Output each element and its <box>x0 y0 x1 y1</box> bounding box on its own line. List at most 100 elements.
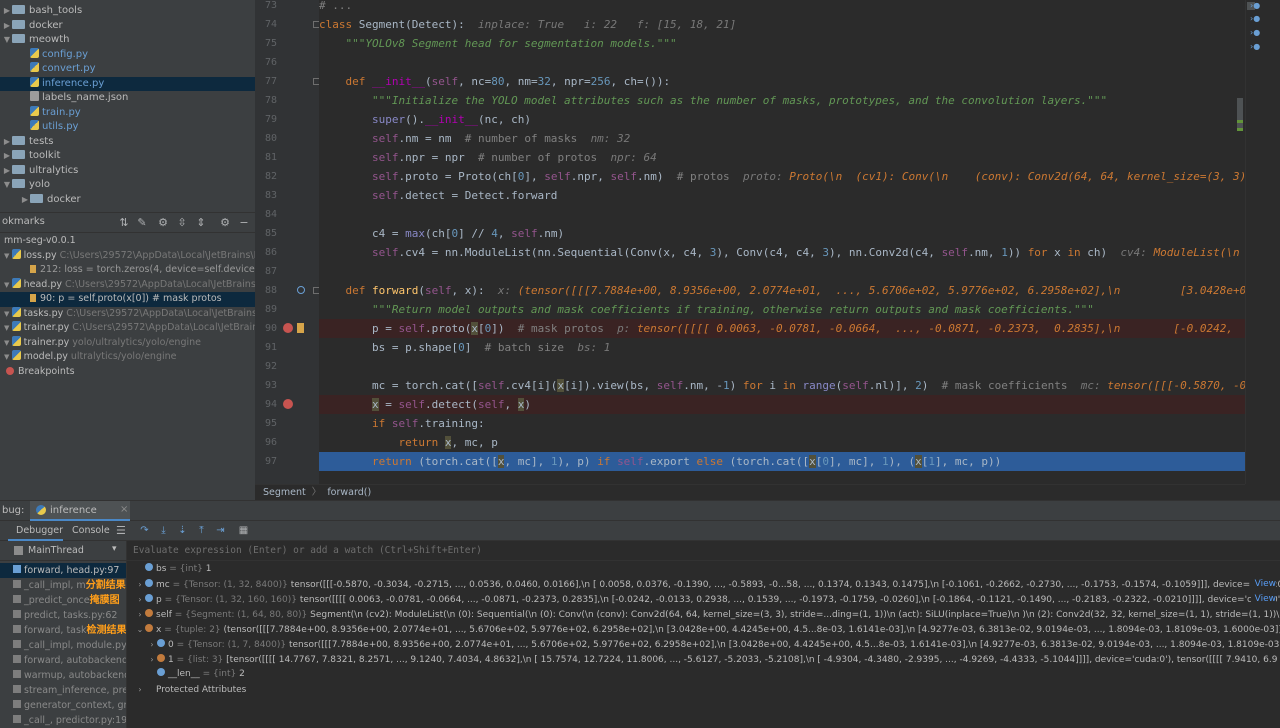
expand-icon[interactable]: ⌄ <box>135 622 145 637</box>
chevron-down-icon[interactable]: ▼ <box>4 324 12 332</box>
chevron-down-icon[interactable]: ▼ <box>4 339 12 347</box>
code-line[interactable]: def __init__(self, nc=80, nm=32, npr=256… <box>319 72 1245 91</box>
tab-debugger[interactable]: Debugger <box>8 521 63 541</box>
chevron-right-icon[interactable]: ▶ <box>2 4 12 19</box>
hide-icon[interactable]: − <box>238 217 250 229</box>
variable-row[interactable]: › mc = {Tensor: (1, 32, 8400)} tensor([[[… <box>127 577 1280 592</box>
code-line[interactable]: """Return model outputs and mask coeffic… <box>319 300 1245 319</box>
code-line[interactable]: x = self.detect(self, x) <box>319 395 1245 414</box>
tab-inference[interactable]: inference × <box>30 501 130 521</box>
line-number-gutter[interactable]: 73 74 75 76 77 78 79 80 81 82 83 84 85 86 87 88 89 90 91 92… <box>255 0 320 484</box>
code-line[interactable] <box>319 357 1245 376</box>
code-line[interactable]: p = self.proto(x[0]) # mask protos p: te… <box>319 319 1245 338</box>
chevron-right-icon[interactable]: ▶ <box>2 149 12 164</box>
stack-frame[interactable]: warmup, autobackend.p <box>0 668 126 683</box>
stack-frame[interactable]: stream_inference, predi <box>0 683 126 698</box>
bookmark-row[interactable]: mm-seg-v0.0.1 <box>0 234 255 249</box>
scroll-thumb[interactable] <box>1237 98 1243 128</box>
tab-console[interactable]: Console <box>72 525 110 536</box>
breadcrumb-class[interactable]: Segment <box>263 487 306 498</box>
code-line[interactable]: class Segment(Detect): inplace: True i: … <box>319 15 1245 34</box>
thread-selector[interactable]: MainThread ▾ <box>0 541 126 561</box>
step-over-icon[interactable]: ↷ <box>138 524 151 537</box>
stack-frame[interactable]: forward, head.py:97 <box>0 563 126 578</box>
step-out-icon[interactable]: ⤒ <box>195 524 208 537</box>
chevron-down-icon[interactable]: ▼ <box>4 281 12 289</box>
stack-frame[interactable]: _predict_once掩膜图 <box>0 593 126 608</box>
stack-frame[interactable]: predict, tasks.py:62 <box>0 608 126 623</box>
chevron-down-icon[interactable]: ▼ <box>2 33 12 48</box>
code-line[interactable]: return x, mc, p <box>319 433 1245 452</box>
tree-item[interactable]: train.py <box>0 105 255 121</box>
stack-frame[interactable]: _call_, predictor.py:19 <box>0 713 126 728</box>
code-line[interactable]: def forward(self, x): x: (tensor([[[7.78… <box>319 281 1246 300</box>
code-line[interactable]: self.detect = Detect.forward <box>319 186 1245 205</box>
code-line[interactable] <box>319 205 1245 224</box>
chevron-down-icon[interactable]: ▼ <box>4 353 12 361</box>
evaluate-icon[interactable]: ▦ <box>237 524 250 537</box>
expand-icon[interactable]: › <box>135 592 145 607</box>
chevron-right-icon[interactable]: ▶ <box>2 19 12 34</box>
code-line[interactable]: self.cv4 = nn.ModuleList(nn.Sequential(C… <box>319 243 1245 262</box>
code-line[interactable]: return (torch.cat([x, mc], 1), p) if sel… <box>319 452 1245 471</box>
tree-item[interactable]: ▶ docker <box>0 19 255 34</box>
code-line[interactable]: bs = p.shape[0] # batch size bs: 1 <box>319 338 1245 357</box>
tree-item[interactable]: ▶ bash_tools <box>0 4 255 19</box>
tree-item[interactable]: ▼ meowth <box>0 33 255 48</box>
variable-row[interactable]: › Protected Attributes <box>127 682 1280 697</box>
breakpoint-icon[interactable] <box>283 323 293 333</box>
code-line[interactable]: self.nm = nm # number of masks nm: 32 <box>319 129 1245 148</box>
close-icon[interactable]: × <box>120 504 128 515</box>
code-line[interactable]: mc = torch.cat([self.cv4[i](x[i]).view(b… <box>319 376 1245 395</box>
expand-icon[interactable]: › <box>147 637 157 652</box>
bookmark-row[interactable]: ▼ loss.py C:\Users\29572\AppData\Local\J… <box>0 248 255 264</box>
chevron-right-icon[interactable]: ›● <box>1250 14 1260 23</box>
bookmark-row[interactable]: ▼ model.py ultralytics/yolo/engine <box>0 350 255 365</box>
code-line[interactable]: """YOLOv8 Segment head for segmentation … <box>319 34 1245 53</box>
override-icon[interactable] <box>297 286 305 294</box>
sort-icon[interactable]: ⇅ <box>118 217 130 229</box>
code-line[interactable]: self.npr = npr # number of protos npr: 6… <box>319 148 1245 167</box>
code-line[interactable] <box>319 262 1245 281</box>
menu-icon[interactable]: ☰ <box>116 524 126 537</box>
variable-row[interactable]: ⌄ x = {tuple: 2} (tensor([[[7.7884e+00, 8… <box>127 622 1280 637</box>
tree-item[interactable]: ▼ yolo <box>0 178 255 193</box>
chevron-down-icon[interactable]: ▼ <box>4 310 12 318</box>
tree-item[interactable]: ▶ toolkit <box>0 149 255 164</box>
bookmark-row[interactable]: 90: p = self.proto(x[0]) # mask protos <box>0 292 255 307</box>
breakpoint-icon[interactable] <box>283 399 293 409</box>
gear-icon[interactable]: ⚙ <box>219 217 231 229</box>
chevron-right-icon[interactable]: ›● <box>1250 42 1260 51</box>
tree-item[interactable]: ▶ docker <box>0 193 255 208</box>
step-into-icon[interactable]: ⤓ <box>157 524 170 537</box>
code-line[interactable] <box>319 53 1245 72</box>
code-line[interactable]: # ... <box>319 0 1245 15</box>
view-link[interactable]: View <box>1250 592 1276 607</box>
chevron-right-icon[interactable]: ›● <box>1250 1 1260 10</box>
tree-item[interactable]: utils.py <box>0 120 255 135</box>
code-line[interactable]: c4 = max(ch[0] // 4, self.nm) <box>319 224 1245 243</box>
stack-frame[interactable]: generator_context, grad <box>0 698 126 713</box>
bookmark-icon[interactable] <box>297 323 304 333</box>
bookmark-row[interactable]: ▼ tasks.py C:\Users\29572\AppData\Local\… <box>0 306 255 322</box>
tree-item[interactable]: labels_name.json <box>0 91 255 106</box>
bookmark-row[interactable]: ▼ head.py C:\Users\29572\AppData\Local\J… <box>0 277 255 293</box>
code-line[interactable]: super().__init__(nc, ch) <box>319 110 1245 129</box>
step-into-my-code-icon[interactable]: ⇣ <box>176 524 189 537</box>
tree-item[interactable]: convert.py <box>0 62 255 77</box>
tree-item[interactable]: ▶ ultralytics <box>0 164 255 179</box>
variable-row[interactable]: › 0 = {Tensor: (1, 7, 8400)} tensor([[[7.… <box>127 637 1280 652</box>
stack-frame[interactable]: forward, task检测结果 <box>0 623 126 638</box>
chevron-down-icon[interactable]: ▼ <box>2 178 12 193</box>
tree-item[interactable]: ▶ tests <box>0 135 255 150</box>
stack-frame[interactable]: _call_impl, module.py:11 <box>0 638 126 653</box>
code-editor[interactable]: # ... class Segment(Detect): inplace: Tru… <box>319 0 1245 484</box>
editor-scrollbar[interactable] <box>1237 0 1280 484</box>
expand-icon[interactable]: › <box>135 607 145 622</box>
collapse-all-icon[interactable]: ⇕ <box>195 217 207 229</box>
settings-icon[interactable]: ⚙ <box>157 217 169 229</box>
bookmark-row[interactable]: ▼ trainer.py yolo/ultralytics/yolo/engin… <box>0 335 255 351</box>
expand-icon[interactable]: › <box>135 682 145 697</box>
chevron-right-icon[interactable]: ▶ <box>2 135 12 150</box>
bookmark-row[interactable]: ▼ trainer.py C:\Users\29572\AppData\Loca… <box>0 321 255 336</box>
